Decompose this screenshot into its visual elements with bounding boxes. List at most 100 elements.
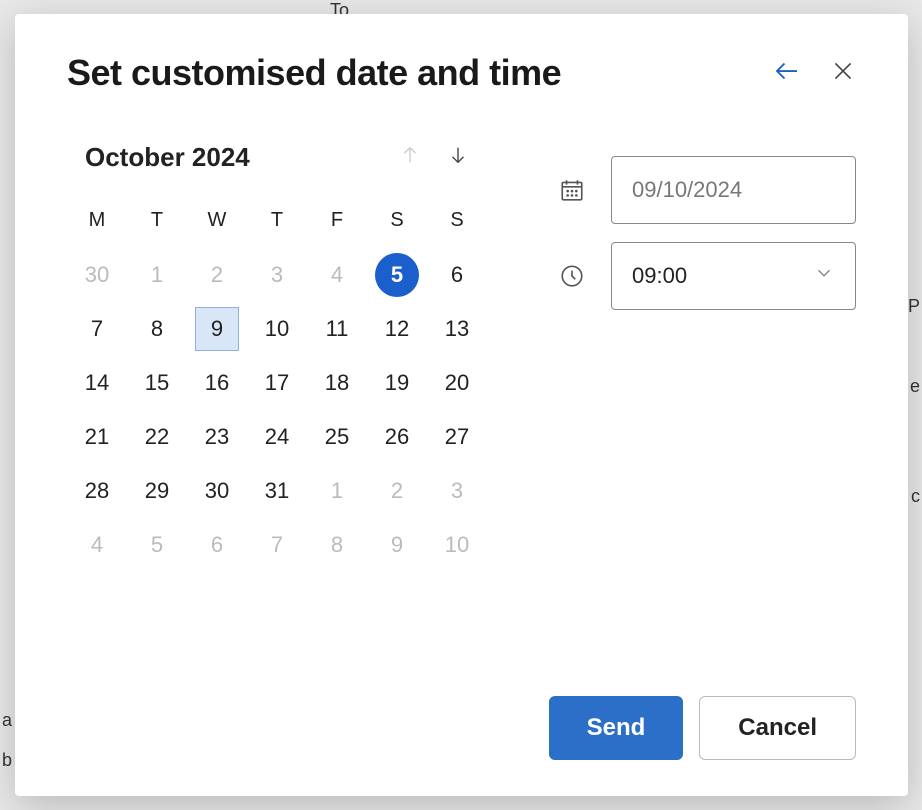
day-cell[interactable]: 10 — [427, 518, 487, 572]
day-number: 23 — [205, 424, 229, 450]
day-cell[interactable]: 31 — [247, 464, 307, 518]
day-header: W — [187, 193, 247, 248]
day-cell[interactable]: 6 — [187, 518, 247, 572]
time-input-row: 09:00 — [557, 242, 856, 310]
time-select-value: 09:00 — [632, 263, 687, 289]
day-cell[interactable]: 9 — [367, 518, 427, 572]
day-cell[interactable]: 16 — [187, 356, 247, 410]
day-cell[interactable]: 5 — [367, 248, 427, 302]
day-cell[interactable]: 14 — [67, 356, 127, 410]
day-cell[interactable]: 26 — [367, 410, 427, 464]
day-cell[interactable]: 7 — [247, 518, 307, 572]
date-input-value: 09/10/2024 — [632, 177, 742, 203]
day-header: S — [367, 193, 427, 248]
day-cell[interactable]: 28 — [67, 464, 127, 518]
day-cell[interactable]: 29 — [127, 464, 187, 518]
day-number: 6 — [211, 532, 223, 558]
day-header: M — [67, 193, 127, 248]
day-cell[interactable]: 27 — [427, 410, 487, 464]
day-cell[interactable]: 18 — [307, 356, 367, 410]
day-cell[interactable]: 15 — [127, 356, 187, 410]
send-button[interactable]: Send — [549, 696, 684, 760]
day-cell[interactable]: 8 — [127, 302, 187, 356]
day-number: 27 — [445, 424, 469, 450]
day-header: S — [427, 193, 487, 248]
day-cell[interactable]: 5 — [127, 518, 187, 572]
day-cell[interactable]: 30 — [67, 248, 127, 302]
day-cell[interactable]: 2 — [187, 248, 247, 302]
day-number: 4 — [91, 532, 103, 558]
date-input[interactable]: 09/10/2024 — [611, 156, 856, 224]
day-cell[interactable]: 24 — [247, 410, 307, 464]
clock-icon — [557, 261, 587, 291]
day-number: 22 — [145, 424, 169, 450]
day-cell[interactable]: 10 — [247, 302, 307, 356]
day-number: 13 — [445, 316, 469, 342]
day-number: 20 — [445, 370, 469, 396]
day-cell[interactable]: 11 — [307, 302, 367, 356]
content-area: October 2024 MTWTFSS30123456789101112131… — [67, 142, 856, 572]
day-number: 15 — [145, 370, 169, 396]
day-number: 1 — [151, 262, 163, 288]
day-cell[interactable]: 4 — [307, 248, 367, 302]
day-number: 4 — [331, 262, 343, 288]
day-cell[interactable]: 25 — [307, 410, 367, 464]
time-select[interactable]: 09:00 — [611, 242, 856, 310]
day-number: 9 — [391, 532, 403, 558]
day-number: 3 — [451, 478, 463, 504]
day-number: 5 — [151, 532, 163, 558]
day-number: 19 — [385, 370, 409, 396]
calendar-icon — [557, 175, 587, 205]
day-cell[interactable]: 17 — [247, 356, 307, 410]
day-cell[interactable]: 9 — [187, 302, 247, 356]
day-number: 7 — [91, 316, 103, 342]
next-month-icon[interactable] — [447, 144, 469, 171]
day-number: 29 — [145, 478, 169, 504]
day-cell[interactable]: 21 — [67, 410, 127, 464]
day-cell[interactable]: 30 — [187, 464, 247, 518]
header-actions — [772, 56, 856, 91]
month-year-label[interactable]: October 2024 — [85, 142, 250, 173]
day-number: 8 — [151, 316, 163, 342]
day-number: 28 — [85, 478, 109, 504]
day-cell[interactable]: 6 — [427, 248, 487, 302]
day-number: 10 — [265, 316, 289, 342]
day-header: F — [307, 193, 367, 248]
day-cell[interactable]: 8 — [307, 518, 367, 572]
day-number: 10 — [445, 532, 469, 558]
day-cell[interactable]: 3 — [427, 464, 487, 518]
day-number: 7 — [271, 532, 283, 558]
close-icon[interactable] — [830, 58, 856, 89]
day-cell[interactable]: 22 — [127, 410, 187, 464]
back-arrow-icon[interactable] — [772, 56, 802, 91]
day-header: T — [127, 193, 187, 248]
day-number: 24 — [265, 424, 289, 450]
day-number: 9 — [211, 316, 223, 342]
day-number: 14 — [85, 370, 109, 396]
day-cell[interactable]: 23 — [187, 410, 247, 464]
day-number: 8 — [331, 532, 343, 558]
inputs-panel: 09/10/2024 09:00 — [557, 142, 856, 572]
day-number: 17 — [265, 370, 289, 396]
day-number: 1 — [331, 478, 343, 504]
day-cell[interactable]: 4 — [67, 518, 127, 572]
backdrop-b: b — [2, 750, 12, 771]
calendar-panel: October 2024 MTWTFSS30123456789101112131… — [67, 142, 487, 572]
day-cell[interactable]: 1 — [307, 464, 367, 518]
dialog-header: Set customised date and time — [67, 52, 856, 94]
calendar-nav — [399, 144, 469, 171]
day-cell[interactable]: 20 — [427, 356, 487, 410]
cancel-button[interactable]: Cancel — [699, 696, 856, 760]
day-cell[interactable]: 7 — [67, 302, 127, 356]
day-cell[interactable]: 13 — [427, 302, 487, 356]
day-cell[interactable]: 3 — [247, 248, 307, 302]
day-number: 25 — [325, 424, 349, 450]
day-header: T — [247, 193, 307, 248]
day-cell[interactable]: 1 — [127, 248, 187, 302]
day-cell[interactable]: 19 — [367, 356, 427, 410]
day-number: 30 — [205, 478, 229, 504]
date-input-row: 09/10/2024 — [557, 156, 856, 224]
calendar-header: October 2024 — [67, 142, 487, 193]
day-cell[interactable]: 2 — [367, 464, 427, 518]
day-cell[interactable]: 12 — [367, 302, 427, 356]
